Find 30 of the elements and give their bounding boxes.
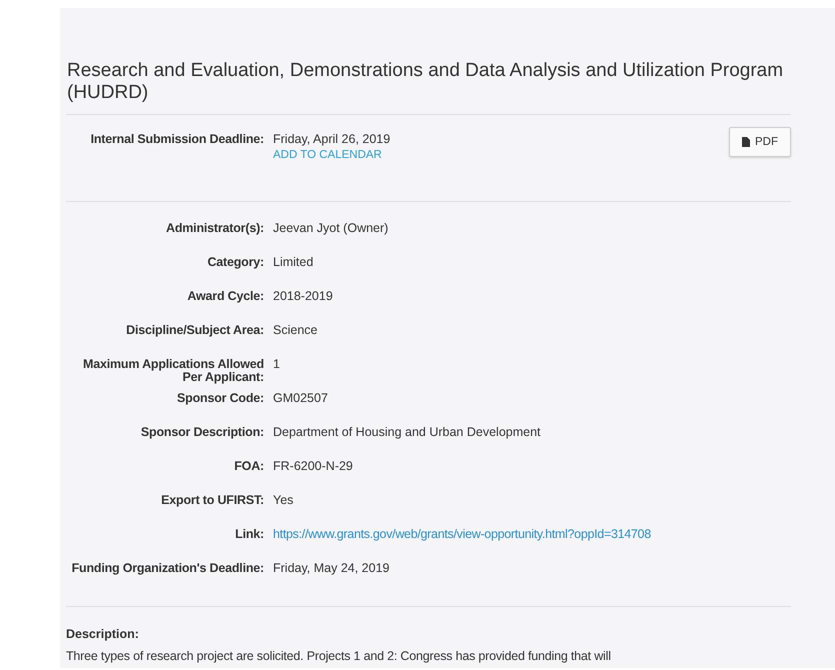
field-value: Yes <box>273 494 294 507</box>
field-label: Administrator(s): <box>165 222 264 235</box>
field-label: Link: <box>234 528 264 541</box>
document-icon <box>742 137 750 147</box>
add-to-calendar-link[interactable]: ADD TO CALENDAR <box>273 149 720 162</box>
field-value: 2018-2019 <box>273 290 334 303</box>
field-value: FR-6200-N-29 <box>273 460 354 473</box>
field-label: FOA: <box>233 460 264 473</box>
field-value: Science <box>273 324 318 337</box>
field-value: 1 <box>273 358 281 371</box>
field-value: Limited <box>273 256 314 269</box>
field-value: GM02507 <box>273 392 329 405</box>
field-label: Sponsor Description: <box>140 426 264 439</box>
field-value: Friday, April 26, 2019 <box>273 133 392 146</box>
page-title: Research and Evaluation, Demonstrations and Data Analysis and Utilization Program (HUDRD) <box>66 60 784 104</box>
field-label: Award Cycle: <box>186 290 264 303</box>
field-label: Funding Organization's Deadline: <box>70 562 264 575</box>
field-label: Sponsor Code: <box>176 392 264 405</box>
field-label: Internal Submission Deadline: <box>90 133 264 146</box>
pdf-button[interactable]: PDF <box>729 127 791 157</box>
description-text: Three types of research project are solicited. Projects 1 and 2: Congress has provided funding that will <box>66 649 612 663</box>
field-label: Category: <box>206 256 264 269</box>
field-value: Department of Housing and Urban Development <box>273 426 542 439</box>
field-label: Discipline/Subject Area: <box>125 324 264 337</box>
field-label: Export to UFIRST: <box>160 494 264 507</box>
section-heading: Description: <box>66 627 140 641</box>
field-value: Friday, May 24, 2019 <box>273 562 390 575</box>
field-label: Maximum Applications Allowed Per Applicant: <box>82 358 264 384</box>
url-link[interactable]: https://www.grants.gov/web/grants/view-opportunity.html?oppId=314708 <box>273 528 791 541</box>
field-value: Jeevan Jyot (Owner) <box>273 222 390 235</box>
